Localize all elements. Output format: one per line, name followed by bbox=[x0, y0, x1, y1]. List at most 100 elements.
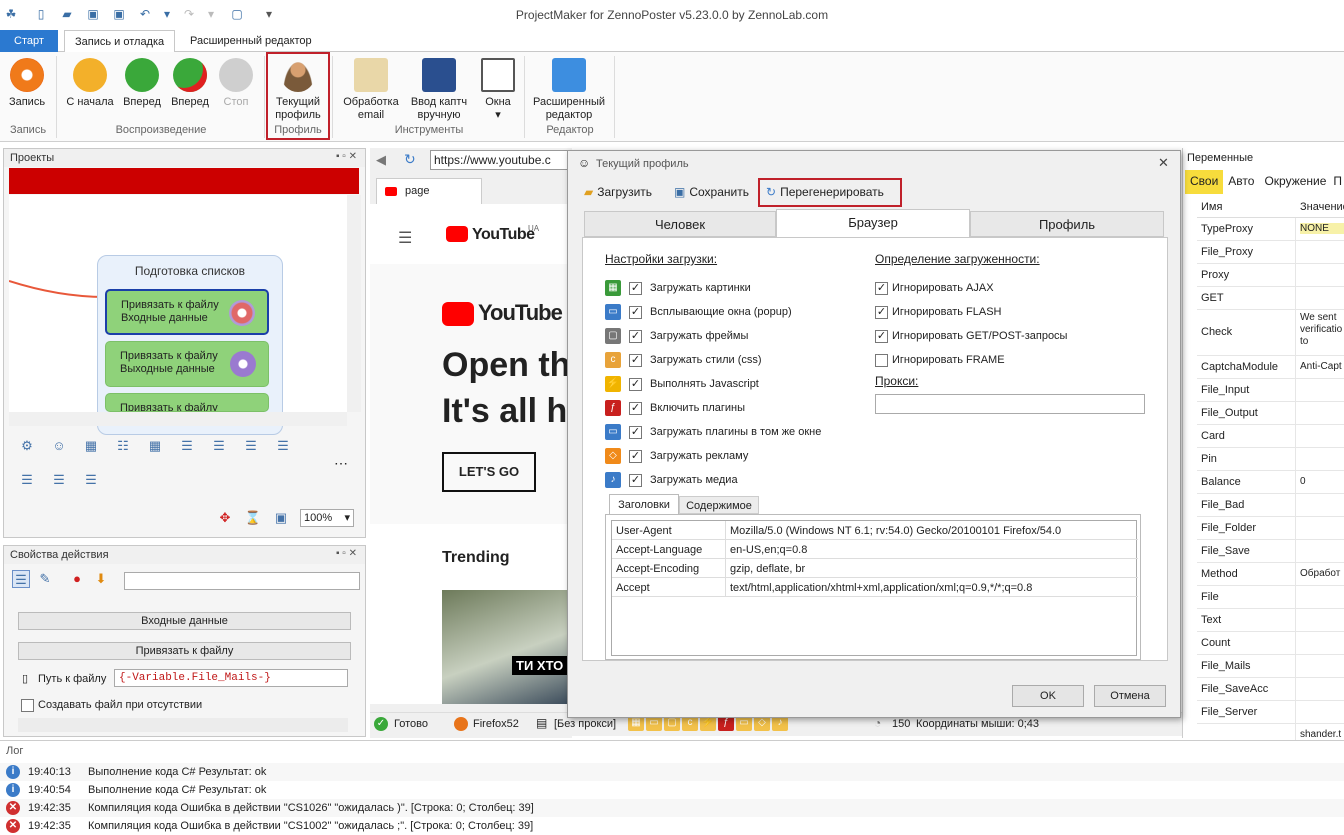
list-icon[interactable]: ☰ bbox=[50, 471, 68, 489]
variable-row[interactable]: GET bbox=[1197, 287, 1344, 310]
image-icon[interactable]: ▦ bbox=[82, 437, 100, 455]
load-setting-checkbox[interactable]: ✓ bbox=[629, 377, 642, 391]
save-button[interactable]: ▣ Сохранить bbox=[674, 185, 749, 199]
load-setting-checkbox[interactable]: ✓ bbox=[629, 281, 642, 295]
step-forward-button[interactable]: Вперед bbox=[116, 56, 168, 109]
ok-button[interactable]: OK bbox=[1012, 685, 1084, 707]
browser-tab[interactable]: page bbox=[376, 178, 482, 204]
list-icon[interactable]: ☰ bbox=[18, 471, 36, 489]
panel-controls[interactable]: ▪ ▫ ✕ bbox=[336, 151, 357, 162]
panel-controls[interactable]: ▪ ▫ ✕ bbox=[336, 548, 357, 559]
header-row[interactable]: User-Agent Mozilla/5.0 (Windows NT 6.1; r… bbox=[612, 521, 1138, 540]
busy-setting-checkbox[interactable] bbox=[875, 353, 888, 367]
header-row[interactable]: Accept-Encoding gzip, deflate, br bbox=[612, 559, 1138, 578]
list-icon[interactable]: ☰ bbox=[242, 437, 260, 455]
video-thumbnail[interactable]: ТИ ХТО bbox=[442, 590, 572, 704]
variable-row[interactable]: File bbox=[1197, 586, 1344, 609]
action-node[interactable]: Привязать к файлу Входные данные bbox=[105, 289, 269, 335]
log-row[interactable]: i 19:40:13 Выполнение кода C# Результат: o… bbox=[0, 763, 1344, 781]
cancel-button[interactable]: Отмена bbox=[1094, 685, 1166, 707]
variable-row[interactable]: Text bbox=[1197, 609, 1344, 632]
play-from-start-button[interactable]: С начала bbox=[64, 56, 116, 109]
header-row[interactable]: Accept text/html,application/xhtml+xml,ap… bbox=[612, 578, 1138, 597]
action-node[interactable]: Привязать к файлу bbox=[105, 393, 269, 412]
tab-record-debug[interactable]: Запись и отладка bbox=[64, 30, 176, 53]
busy-setting-checkbox[interactable]: ✓ bbox=[875, 329, 888, 343]
tab-more[interactable]: П bbox=[1331, 170, 1344, 194]
vertical-scrollbar[interactable] bbox=[347, 195, 361, 412]
variable-row[interactable]: File_Bad bbox=[1197, 494, 1344, 517]
close-icon[interactable]: ✕ bbox=[1158, 155, 1169, 171]
log-row[interactable]: ✕ 19:42:35 Компиляция кода Ошибка в действ… bbox=[0, 817, 1344, 835]
variable-row[interactable]: File_Input bbox=[1197, 379, 1344, 402]
variable-row[interactable]: CaptchaModule Anti-Capt bbox=[1197, 356, 1344, 379]
load-setting-checkbox[interactable]: ✓ bbox=[629, 449, 642, 463]
busy-setting-checkbox[interactable]: ✓ bbox=[875, 305, 888, 319]
tab-start[interactable]: Старт bbox=[0, 30, 58, 52]
user-icon[interactable]: ☺ bbox=[50, 437, 68, 455]
list-icon[interactable]: ☰ bbox=[210, 437, 228, 455]
variable-row[interactable]: Balance 0 bbox=[1197, 471, 1344, 494]
variable-row[interactable]: Check We sent verificatio to bbox=[1197, 310, 1344, 356]
advanced-editor-button[interactable]: Расширенный редактор bbox=[530, 56, 608, 122]
create-file-checkbox[interactable] bbox=[21, 699, 34, 712]
project-canvas[interactable]: Подготовка списков Привязать к файлу Вхо… bbox=[9, 195, 349, 435]
file-path-input[interactable]: {-Variable.File_Mails-} bbox=[114, 669, 348, 687]
variable-row[interactable]: File_Mails bbox=[1197, 655, 1344, 678]
variable-row[interactable]: File_Save bbox=[1197, 540, 1344, 563]
tab-auto[interactable]: Авто bbox=[1223, 170, 1259, 194]
minimap-icon[interactable]: ▣ bbox=[272, 509, 290, 527]
record-dot-icon[interactable]: ● bbox=[68, 570, 86, 588]
action-search-input[interactable] bbox=[124, 572, 360, 590]
edit-icon[interactable]: ✎ bbox=[36, 570, 54, 588]
input-data-button[interactable]: Входные данные bbox=[18, 612, 351, 630]
variable-row[interactable]: TypeProxy NONE bbox=[1197, 218, 1344, 241]
tab-own[interactable]: Свои bbox=[1185, 170, 1224, 194]
load-setting-checkbox[interactable]: ✓ bbox=[629, 401, 642, 415]
table-icon[interactable]: ▦ bbox=[146, 437, 164, 455]
current-profile-button[interactable]: Текущий профиль bbox=[272, 56, 324, 122]
email-processing-button[interactable]: Обработка email bbox=[342, 56, 400, 122]
load-setting-checkbox[interactable]: ✓ bbox=[629, 305, 642, 319]
zoom-select[interactable]: 100% ▾ bbox=[300, 509, 354, 527]
bind-file-button[interactable]: Привязать к файлу bbox=[18, 642, 351, 660]
variable-row[interactable]: Proxy bbox=[1197, 264, 1344, 287]
url-input[interactable]: https://www.youtube.c bbox=[430, 150, 572, 170]
tab-person[interactable]: Человек bbox=[584, 211, 776, 237]
tab-content[interactable]: Содержимое bbox=[679, 496, 759, 514]
proxy-input[interactable] bbox=[875, 394, 1145, 414]
windows-button[interactable]: Окна ▾ bbox=[472, 56, 524, 122]
tab-environment[interactable]: Окружение bbox=[1259, 170, 1331, 194]
lets-go-button[interactable]: LET'S GO bbox=[442, 452, 536, 492]
tab-browser[interactable]: Браузер bbox=[776, 209, 970, 238]
variable-row[interactable]: Pin bbox=[1197, 448, 1344, 471]
load-setting-checkbox[interactable]: ✓ bbox=[629, 425, 642, 439]
load-button[interactable]: ▰ Загрузить bbox=[584, 185, 652, 199]
back-icon[interactable]: ◀ bbox=[376, 152, 386, 168]
variable-row[interactable]: Card bbox=[1197, 425, 1344, 448]
variable-row[interactable]: File_SaveAcc bbox=[1197, 678, 1344, 701]
variable-row[interactable]: File_Output bbox=[1197, 402, 1344, 425]
menu-icon[interactable]: ☰ bbox=[398, 228, 412, 248]
run-forward-button[interactable]: Вперед bbox=[164, 56, 216, 109]
hourglass-icon[interactable]: ⌛ bbox=[244, 509, 262, 527]
log-row[interactable]: i 19:40:54 Выполнение кода C# Результат: o… bbox=[0, 781, 1344, 799]
horizontal-scrollbar[interactable] bbox=[9, 412, 347, 426]
regenerate-button[interactable]: ↻ Перегенерировать bbox=[766, 185, 884, 199]
more-icon[interactable]: ⋯ bbox=[334, 455, 348, 472]
stop-button[interactable]: Стоп bbox=[210, 56, 262, 109]
tab-advanced-editor[interactable]: Расширенный редактор bbox=[180, 30, 322, 52]
settings-icon[interactable]: ⚙ bbox=[18, 437, 36, 455]
move-icon[interactable]: ✥ bbox=[216, 509, 234, 527]
refresh-icon[interactable]: ↻ bbox=[404, 151, 416, 168]
load-setting-checkbox[interactable]: ✓ bbox=[629, 353, 642, 367]
list-icon[interactable]: ☰ bbox=[82, 471, 100, 489]
captcha-input-button[interactable]: Ввод каптч вручную bbox=[406, 56, 472, 122]
busy-setting-checkbox[interactable]: ✓ bbox=[875, 281, 888, 295]
tab-profile[interactable]: Профиль bbox=[970, 211, 1164, 237]
tree-icon[interactable]: ☷ bbox=[114, 437, 132, 455]
load-setting-checkbox[interactable]: ✓ bbox=[629, 473, 642, 487]
variable-row[interactable]: File_Folder bbox=[1197, 517, 1344, 540]
variable-row[interactable]: Method Обработ bbox=[1197, 563, 1344, 586]
load-setting-checkbox[interactable]: ✓ bbox=[629, 329, 642, 343]
